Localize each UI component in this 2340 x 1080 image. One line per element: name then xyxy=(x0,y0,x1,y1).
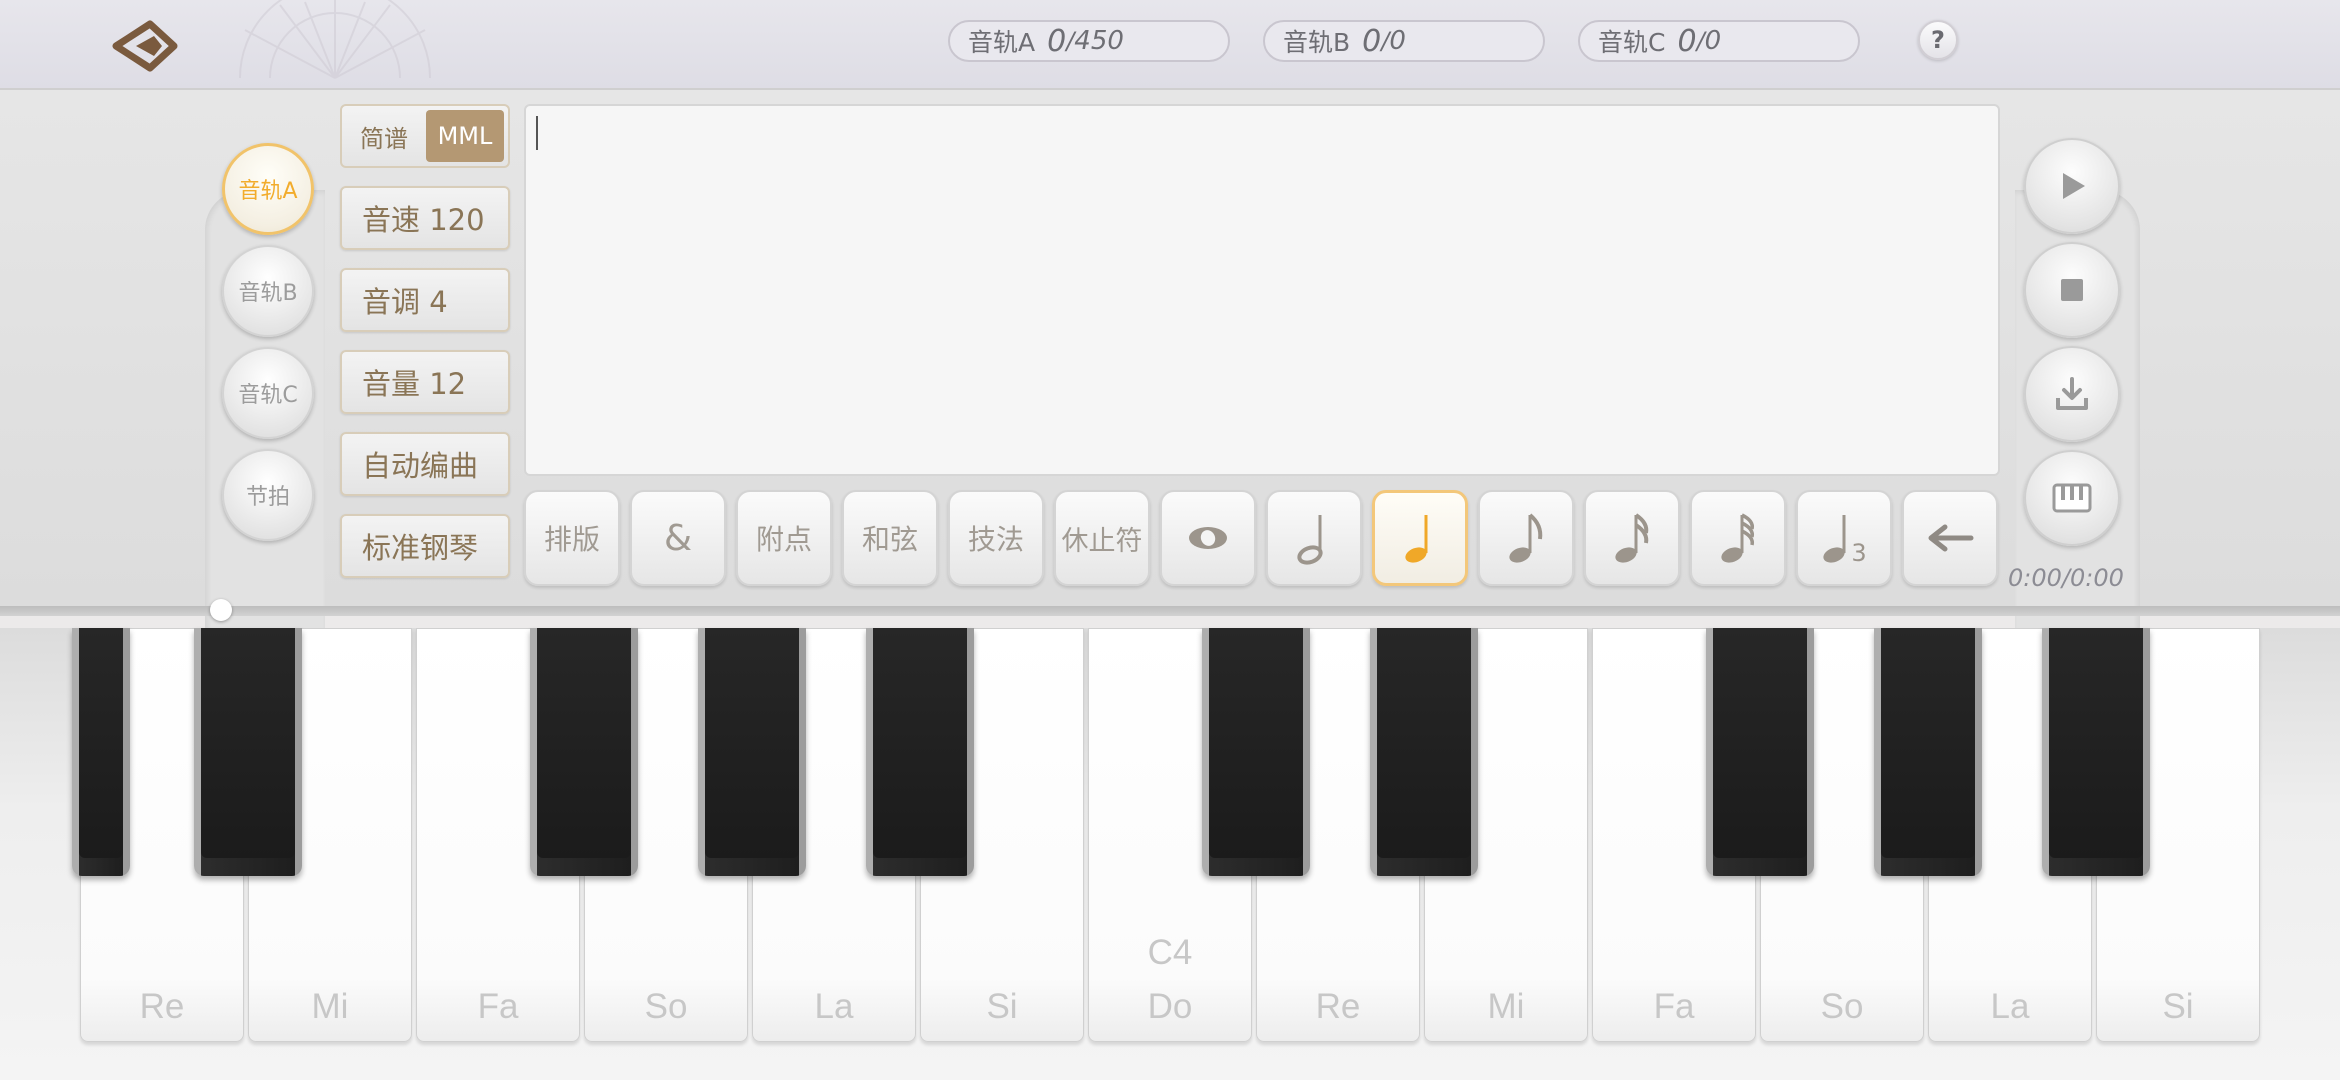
sixteenth-note-icon xyxy=(1615,513,1649,563)
key-label: Mi xyxy=(1487,987,1525,1026)
keyboard-scroll-thumb[interactable] xyxy=(210,599,232,621)
key-label: Re xyxy=(139,987,185,1026)
track-b-counter: 音轨B 0 / 0 xyxy=(1263,20,1545,62)
mml-editor[interactable] xyxy=(524,104,2000,476)
rest-button[interactable]: 休止符 xyxy=(1054,490,1150,586)
key-label: Fa xyxy=(477,987,519,1026)
technique-button[interactable]: 技法 xyxy=(948,490,1044,586)
key-label: Si xyxy=(2162,987,2194,1026)
track-b-button[interactable]: 音轨B xyxy=(222,245,314,337)
thirty-second-note-icon xyxy=(1721,513,1755,563)
counter-separator: / xyxy=(1066,27,1075,55)
half-note-icon xyxy=(1297,515,1323,565)
editor-panel: 音轨A 音轨B 音轨C 节拍 简谱 MML 音速 120 音调 4 音量 12 … xyxy=(0,88,2340,665)
key-label: Mi xyxy=(311,987,349,1026)
counter-separator: / xyxy=(1696,27,1705,55)
black-key[interactable] xyxy=(72,628,130,876)
counter-label: 音轨C xyxy=(1598,28,1666,57)
black-key[interactable] xyxy=(866,628,974,876)
black-key[interactable] xyxy=(1874,628,1982,876)
counter-label: 音轨B xyxy=(1283,28,1351,57)
play-icon xyxy=(2063,173,2085,199)
counter-value: 0 xyxy=(1362,23,1382,59)
key-label: Si xyxy=(986,987,1018,1026)
app-logo-icon xyxy=(112,20,178,72)
download-button[interactable] xyxy=(2024,346,2120,442)
triplet-subscript: 3 xyxy=(1851,539,1867,567)
play-button[interactable] xyxy=(2024,138,2120,234)
key-label: La xyxy=(1990,987,2030,1026)
auto-compose-button[interactable]: 自动编曲 xyxy=(340,432,510,496)
back-arrow-icon xyxy=(1928,524,1974,552)
decorative-sunburst-icon xyxy=(239,0,431,79)
black-key[interactable] xyxy=(698,628,806,876)
keyboard-scroll-track[interactable] xyxy=(0,606,2340,616)
quarter-note-button[interactable] xyxy=(1372,490,1468,586)
counter-max: 0 xyxy=(1704,26,1722,56)
help-button[interactable]: ? xyxy=(1918,20,1958,60)
key-label: So xyxy=(1820,987,1864,1026)
counter-label: 音轨A xyxy=(968,28,1036,57)
track-c-counter: 音轨C 0 / 0 xyxy=(1578,20,1860,62)
chord-button[interactable]: 和弦 xyxy=(842,490,938,586)
eighth-note-button[interactable] xyxy=(1478,490,1574,586)
black-key[interactable] xyxy=(1202,628,1310,876)
half-note-button[interactable] xyxy=(1266,490,1362,586)
metronome-button[interactable]: 节拍 xyxy=(222,449,314,541)
notation-mode-toggle[interactable]: 简谱 MML xyxy=(340,104,510,168)
download-icon xyxy=(2056,377,2088,410)
track-c-button[interactable]: 音轨C xyxy=(222,347,314,439)
top-bar: 音轨A 0 / 450 音轨B 0 / 0 音轨C 0 / 0 ? xyxy=(0,0,2340,88)
key-label: Do xyxy=(1147,987,1193,1026)
piano-keys-icon xyxy=(2052,483,2092,513)
ampersand-button[interactable]: & xyxy=(630,490,726,586)
key-label: Fa xyxy=(1653,987,1695,1026)
key-label: So xyxy=(644,987,688,1026)
track-a-button[interactable]: 音轨A xyxy=(222,143,314,235)
instrument-button[interactable]: 标准钢琴 xyxy=(340,514,510,578)
black-key[interactable] xyxy=(1706,628,1814,876)
eighth-note-icon xyxy=(1509,513,1543,563)
key-button[interactable]: 音调 4 xyxy=(340,268,510,332)
quarter-note-icon xyxy=(1405,515,1428,563)
black-key[interactable] xyxy=(194,628,302,876)
layout-button[interactable]: 排版 xyxy=(524,490,620,586)
whole-note-icon xyxy=(1189,527,1227,549)
mode-mml-option[interactable]: MML xyxy=(426,110,504,162)
counter-max: 450 xyxy=(1074,26,1124,56)
stop-button[interactable] xyxy=(2024,242,2120,338)
key-label: La xyxy=(814,987,854,1026)
dot-button[interactable]: 附点 xyxy=(736,490,832,586)
counter-separator: / xyxy=(1381,27,1390,55)
text-caret xyxy=(536,116,538,150)
mode-jianpu-option[interactable]: 简谱 xyxy=(342,119,428,154)
keyboard-toggle-button[interactable] xyxy=(2024,450,2120,546)
black-key[interactable] xyxy=(530,628,638,876)
stop-icon xyxy=(2061,279,2083,301)
black-key[interactable] xyxy=(1370,628,1478,876)
triplet-note-icon xyxy=(1823,515,1846,563)
triplet-note-button[interactable]: 3 xyxy=(1796,490,1892,586)
thirty-second-note-button[interactable] xyxy=(1690,490,1786,586)
counter-value: 0 xyxy=(1677,23,1697,59)
whole-note-button[interactable] xyxy=(1160,490,1256,586)
counter-max: 0 xyxy=(1389,26,1406,56)
black-key[interactable] xyxy=(2042,628,2150,876)
backspace-button[interactable] xyxy=(1902,490,1998,586)
piano-keyboard: Re Mi Fa So La Si C4 Do Re Mi Fa So La S… xyxy=(0,628,2340,1080)
middle-c-label: C4 xyxy=(1147,933,1193,972)
sixteenth-note-button[interactable] xyxy=(1584,490,1680,586)
counter-value: 0 xyxy=(1047,23,1067,59)
tempo-button[interactable]: 音速 120 xyxy=(340,186,510,250)
volume-button[interactable]: 音量 12 xyxy=(340,350,510,414)
track-a-counter: 音轨A 0 / 450 xyxy=(948,20,1230,62)
playback-time: 0:00/0:00 xyxy=(2008,564,2124,592)
key-label: Re xyxy=(1315,987,1361,1026)
